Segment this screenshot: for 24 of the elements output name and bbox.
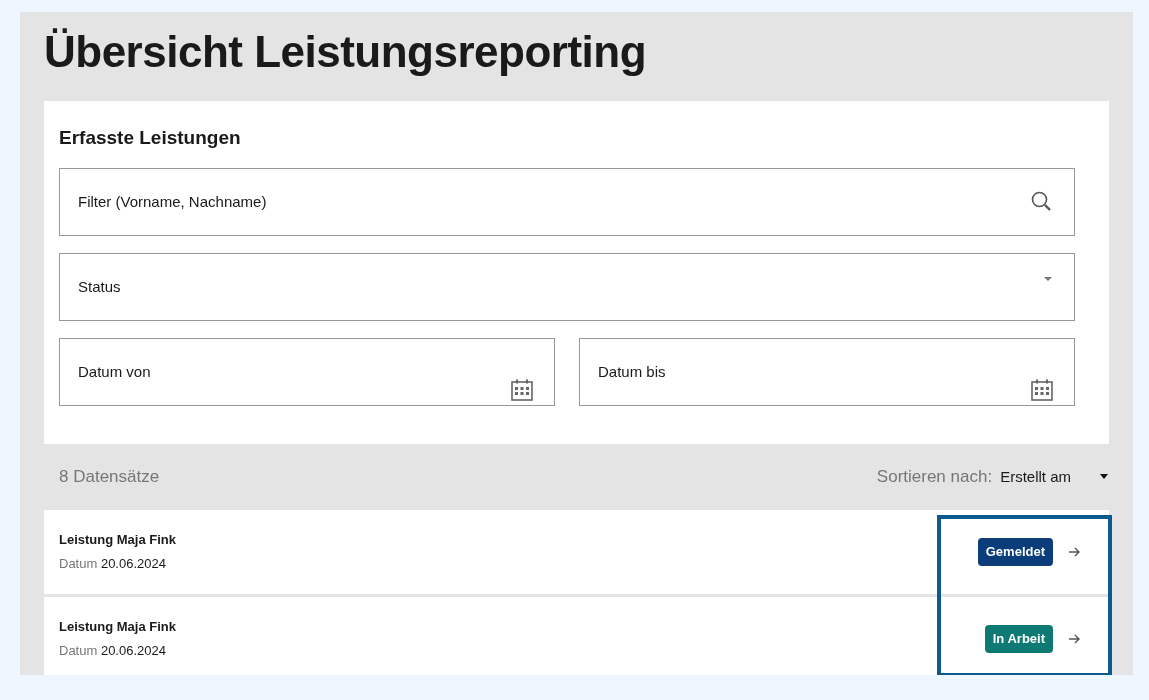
- page-title: Übersicht Leistungsreporting: [44, 26, 648, 78]
- result-count: 8 Datensätze: [59, 466, 160, 489]
- date-field[interactable]: Datum von: [59, 337, 555, 406]
- record-title: Leistung Maja Fink: [59, 618, 176, 637]
- search-icon[interactable]: [1031, 190, 1053, 213]
- arrow-icon[interactable]: [1069, 633, 1081, 644]
- card-heading: Erfasste Leistungen: [59, 127, 242, 150]
- record-row[interactable]: Leistung Maja Fink Datum 20.06.2024 In Arbeit: [44, 596, 1109, 675]
- record-date: Datum 20.06.2024: [59, 641, 167, 660]
- arrow-icon[interactable]: [1069, 546, 1081, 557]
- caret-icon: [1099, 473, 1109, 480]
- calendar-icon[interactable]: [511, 378, 533, 401]
- calendar-icon[interactable]: [1031, 378, 1053, 401]
- record-title: Leistung Maja Fink: [59, 531, 176, 550]
- caret-icon: [1043, 275, 1053, 282]
- record-row[interactable]: Leistung Maja Fink Datum 20.06.2024 Gemeldet: [44, 509, 1109, 594]
- sort-dropdown[interactable]: Erstellt am: [1000, 465, 1109, 489]
- date-field[interactable]: Datum bis: [579, 337, 1075, 406]
- status-tag: Gemeldet: [977, 538, 1053, 566]
- status-dropdown[interactable]: Status: [59, 252, 1075, 321]
- status-tag: In Arbeit: [984, 625, 1053, 653]
- record-date: Datum 20.06.2024: [59, 554, 167, 573]
- sort-label: Sortieren nach:: [876, 466, 993, 489]
- search-field[interactable]: Filter (Vorname, Nachname): [59, 167, 1075, 236]
